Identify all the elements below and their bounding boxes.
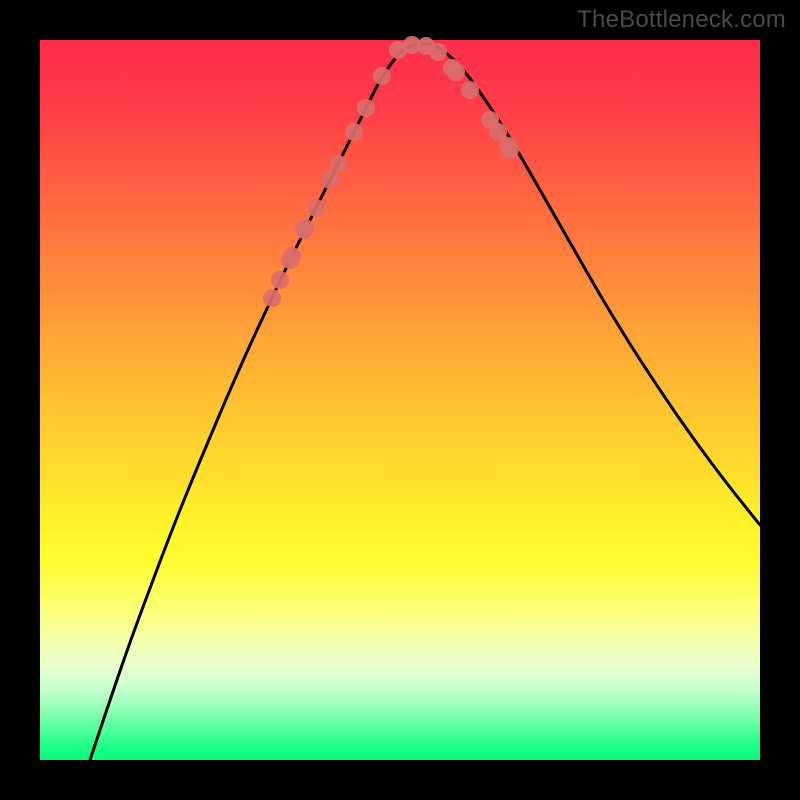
chart-svg (40, 40, 760, 760)
curve-dot (271, 271, 289, 289)
curve-dot (461, 81, 479, 99)
watermark-text: TheBottleneck.com (577, 6, 786, 34)
curve-dot (283, 247, 301, 265)
curve-dot (307, 199, 325, 217)
curve-dot (429, 43, 447, 61)
curve-dot (296, 219, 314, 237)
curve-dot (263, 289, 281, 307)
chart-frame: TheBottleneck.com (0, 0, 800, 800)
bottleneck-curve (90, 44, 760, 760)
curve-dot (373, 67, 391, 85)
curve-dot (501, 141, 519, 159)
plot-area (40, 40, 760, 760)
curve-dot (357, 99, 375, 117)
curve-dot (321, 171, 339, 189)
curve-dot (345, 123, 363, 141)
curve-dot (447, 63, 465, 81)
curve-dot (329, 155, 347, 173)
highlighted-dots (263, 36, 519, 307)
